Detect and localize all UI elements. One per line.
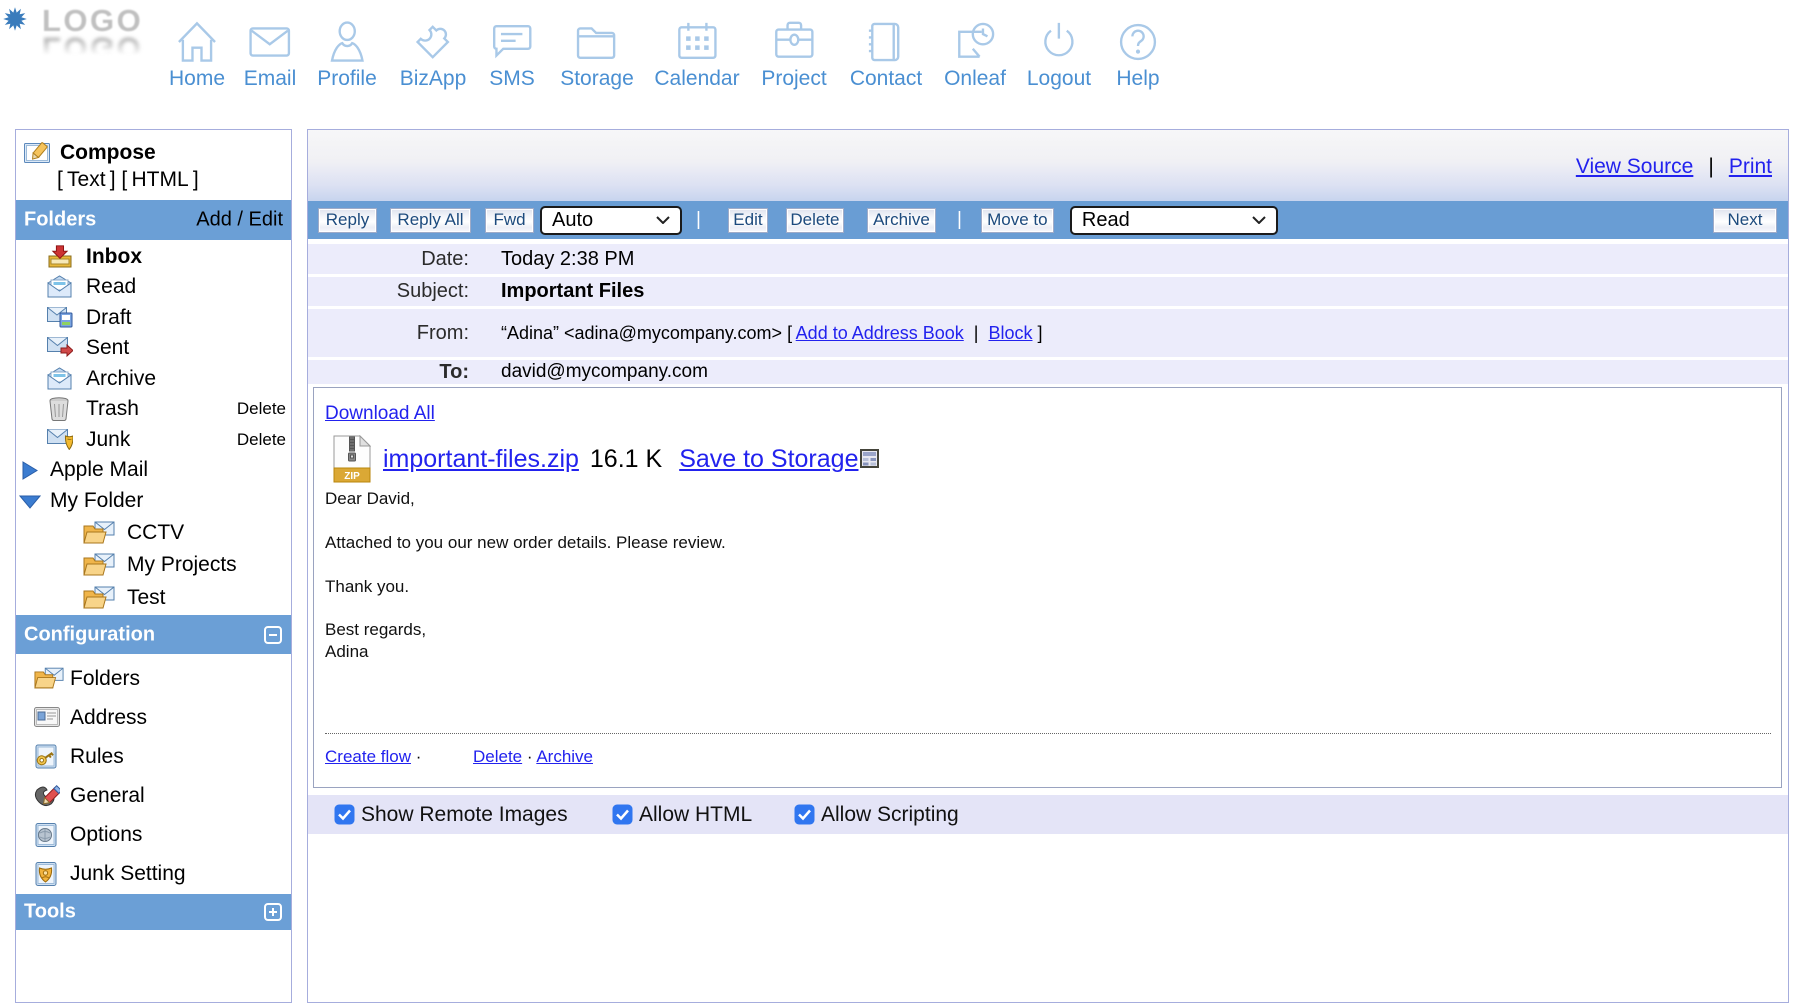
svg-text:ZIP: ZIP — [344, 471, 360, 482]
